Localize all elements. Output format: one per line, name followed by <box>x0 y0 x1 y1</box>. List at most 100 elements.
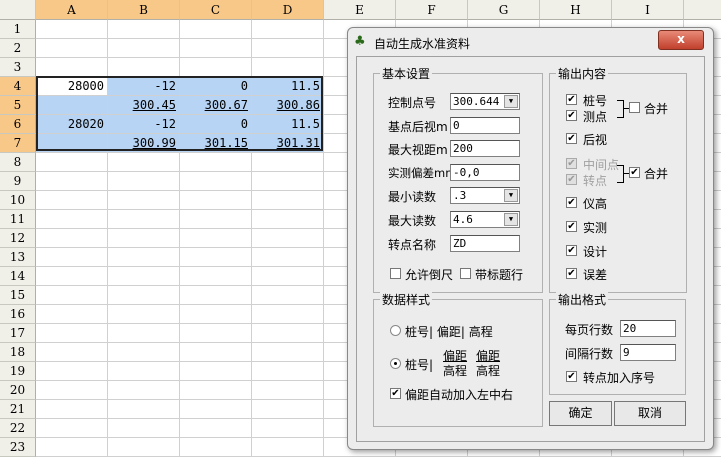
cell-D8[interactable] <box>252 153 324 172</box>
turn-point-checkbox[interactable]: ✔ <box>566 174 577 185</box>
cell-C20[interactable] <box>180 381 252 400</box>
cell-D6[interactable]: 11.5 <box>252 115 324 134</box>
cell-B19[interactable] <box>108 362 180 381</box>
cell-A14[interactable] <box>36 267 108 286</box>
auto-lr-checkbox[interactable]: ✔ <box>390 388 401 399</box>
cell-A21[interactable] <box>36 400 108 419</box>
row-header-7[interactable]: 7 <box>0 134 36 153</box>
cell-B4[interactable]: -12 <box>108 77 180 96</box>
row-header-14[interactable]: 14 <box>0 267 36 286</box>
merge-stake-checkbox[interactable] <box>629 102 640 113</box>
cell-A9[interactable] <box>36 172 108 191</box>
row-header-15[interactable]: 15 <box>0 286 36 305</box>
cell-D21[interactable] <box>252 400 324 419</box>
cell-D11[interactable] <box>252 210 324 229</box>
cell-A1[interactable] <box>36 20 108 39</box>
cell-B1[interactable] <box>108 20 180 39</box>
min-reading-select[interactable]: .3 ▼ <box>450 187 520 204</box>
instrument-height-checkbox[interactable]: ✔ <box>566 197 577 208</box>
style-option-1-radio[interactable] <box>390 325 401 336</box>
corner[interactable] <box>0 0 36 20</box>
row-header-2[interactable]: 2 <box>0 39 36 58</box>
row-header-23[interactable]: 23 <box>0 438 36 457</box>
row-header-17[interactable]: 17 <box>0 324 36 343</box>
row-header-19[interactable]: 19 <box>0 362 36 381</box>
row-header-12[interactable]: 12 <box>0 229 36 248</box>
cell-D10[interactable] <box>252 191 324 210</box>
rows-per-page-input[interactable]: 20 <box>620 320 676 337</box>
error-checkbox[interactable]: ✔ <box>566 268 577 279</box>
cell-B21[interactable] <box>108 400 180 419</box>
close-button[interactable]: x <box>658 30 704 50</box>
cell-A7[interactable] <box>36 134 108 153</box>
cell-A18[interactable] <box>36 343 108 362</box>
cell-B14[interactable] <box>108 267 180 286</box>
measured-checkbox[interactable]: ✔ <box>566 221 577 232</box>
cell-D17[interactable] <box>252 324 324 343</box>
allow-inverted-checkbox[interactable] <box>390 268 401 279</box>
row-header-6[interactable]: 6 <box>0 115 36 134</box>
cell-C22[interactable] <box>180 419 252 438</box>
cell-B3[interactable] <box>108 58 180 77</box>
cell-A13[interactable] <box>36 248 108 267</box>
row-header-1[interactable]: 1 <box>0 20 36 39</box>
column-header-I[interactable]: I <box>612 0 684 20</box>
cell-D7[interactable]: 301.31 <box>252 134 324 153</box>
column-header-D[interactable]: D <box>252 0 324 20</box>
column-header-G[interactable]: G <box>468 0 540 20</box>
cell-D12[interactable] <box>252 229 324 248</box>
cell-C19[interactable] <box>180 362 252 381</box>
backsight-checkbox[interactable]: ✔ <box>566 133 577 144</box>
cell-A12[interactable] <box>36 229 108 248</box>
cell-C6[interactable]: 0 <box>180 115 252 134</box>
chevron-down-icon[interactable]: ▼ <box>504 95 518 108</box>
column-header-A[interactable]: A <box>36 0 108 20</box>
cell-D13[interactable] <box>252 248 324 267</box>
column-header-C[interactable]: C <box>180 0 252 20</box>
row-header-21[interactable]: 21 <box>0 400 36 419</box>
row-header-22[interactable]: 22 <box>0 419 36 438</box>
cell-C15[interactable] <box>180 286 252 305</box>
row-header-3[interactable]: 3 <box>0 58 36 77</box>
cell-B23[interactable] <box>108 438 180 457</box>
cell-D20[interactable] <box>252 381 324 400</box>
control-point-select[interactable]: 300.644 ▼ <box>450 93 520 110</box>
cell-D1[interactable] <box>252 20 324 39</box>
cell-C2[interactable] <box>180 39 252 58</box>
merge-turn-checkbox[interactable]: ✔ <box>629 167 640 178</box>
row-header-20[interactable]: 20 <box>0 381 36 400</box>
cell-A8[interactable] <box>36 153 108 172</box>
cell-B8[interactable] <box>108 153 180 172</box>
cell-B16[interactable] <box>108 305 180 324</box>
cell-C1[interactable] <box>180 20 252 39</box>
turn-point-name-input[interactable]: ZD <box>450 235 520 252</box>
cell-C8[interactable] <box>180 153 252 172</box>
cell-B12[interactable] <box>108 229 180 248</box>
cell-D23[interactable] <box>252 438 324 457</box>
cell-D9[interactable] <box>252 172 324 191</box>
cell-B2[interactable] <box>108 39 180 58</box>
row-header-9[interactable]: 9 <box>0 172 36 191</box>
column-header-F[interactable]: F <box>396 0 468 20</box>
column-header-H[interactable]: H <box>540 0 612 20</box>
measure-point-checkbox[interactable]: ✔ <box>566 110 577 121</box>
cell-A10[interactable] <box>36 191 108 210</box>
max-reading-select[interactable]: 4.6 ▼ <box>450 211 520 228</box>
cell-C18[interactable] <box>180 343 252 362</box>
cell-C13[interactable] <box>180 248 252 267</box>
row-header-18[interactable]: 18 <box>0 343 36 362</box>
cell-D22[interactable] <box>252 419 324 438</box>
cell-C12[interactable] <box>180 229 252 248</box>
row-header-5[interactable]: 5 <box>0 96 36 115</box>
base-backsight-input[interactable]: 0 <box>450 117 520 134</box>
row-header-4[interactable]: 4 <box>0 77 36 96</box>
cell-B5[interactable]: 300.45 <box>108 96 180 115</box>
cell-A5[interactable] <box>36 96 108 115</box>
row-header-8[interactable]: 8 <box>0 153 36 172</box>
cell-C17[interactable] <box>180 324 252 343</box>
cell-A4[interactable]: 28000 <box>36 77 108 96</box>
style-option-2-radio[interactable] <box>390 358 401 369</box>
intermediate-checkbox[interactable]: ✔ <box>566 158 577 169</box>
cell-C23[interactable] <box>180 438 252 457</box>
interval-rows-input[interactable]: 9 <box>620 344 676 361</box>
